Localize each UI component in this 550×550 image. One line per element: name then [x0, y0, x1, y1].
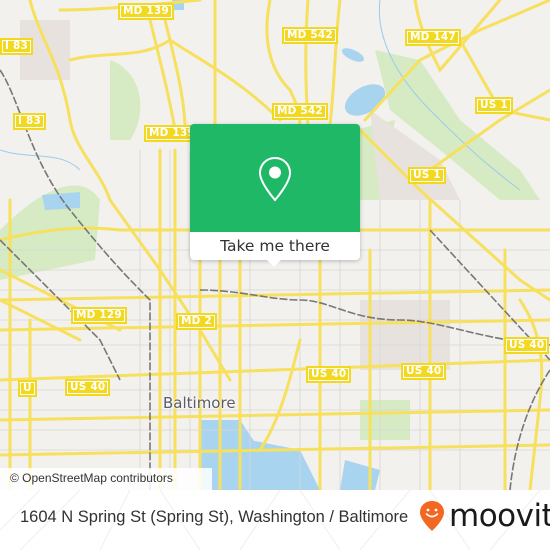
route-shield: US 40 [306, 366, 352, 383]
road [68, 38, 282, 122]
road [163, 18, 187, 132]
route-shield: MD 2 [176, 313, 217, 330]
route-shield: I 83 [13, 113, 46, 130]
popup-pointer [265, 258, 283, 267]
moovit-smiley-pin-icon [420, 501, 444, 531]
lake [42, 192, 80, 210]
road [328, 0, 342, 127]
road [518, 298, 544, 490]
location-pin-icon [258, 156, 292, 202]
popup-header [190, 124, 360, 232]
route-shield: US 1 [408, 167, 446, 184]
road [148, 18, 177, 132]
route-shield: U [18, 380, 37, 397]
map-attribution[interactable]: © OpenStreetMap contributors [0, 468, 212, 490]
take-me-there-button[interactable]: Take me there [190, 232, 360, 260]
route-shield: MD 147 [405, 29, 461, 46]
route-shield: MD 129 [71, 307, 127, 324]
park-area [360, 400, 410, 440]
route-shield: MD 542 [272, 103, 328, 120]
route-shield: US 40 [65, 379, 111, 396]
stream [0, 149, 81, 171]
moovit-wordmark: moovit [449, 497, 550, 534]
destination-popup: Take me there [190, 124, 360, 267]
road [258, 338, 302, 452]
map-canvas[interactable]: MD 139 MD 542 MD 147 MD 542 MD 139 I 83 … [0, 0, 550, 490]
moovit-logo[interactable]: moovit [419, 500, 550, 532]
route-shield: US 40 [504, 337, 550, 354]
route-shield: MD 139 [118, 3, 174, 20]
route-shield: I 83 [0, 38, 33, 55]
route-shield: US 1 [475, 97, 513, 114]
route-shield: US 40 [401, 363, 447, 380]
address-text: 1604 N Spring St (Spring St), Washington… [20, 508, 409, 526]
land-use-area [360, 300, 450, 370]
city-label: Baltimore [163, 394, 236, 412]
park-area [110, 60, 141, 140]
lake [341, 48, 365, 62]
harbor [340, 460, 380, 490]
us-40 [0, 358, 550, 382]
footer-bar: 1604 N Spring St (Spring St), Washington… [0, 490, 550, 550]
route-shield: MD 542 [282, 27, 338, 44]
